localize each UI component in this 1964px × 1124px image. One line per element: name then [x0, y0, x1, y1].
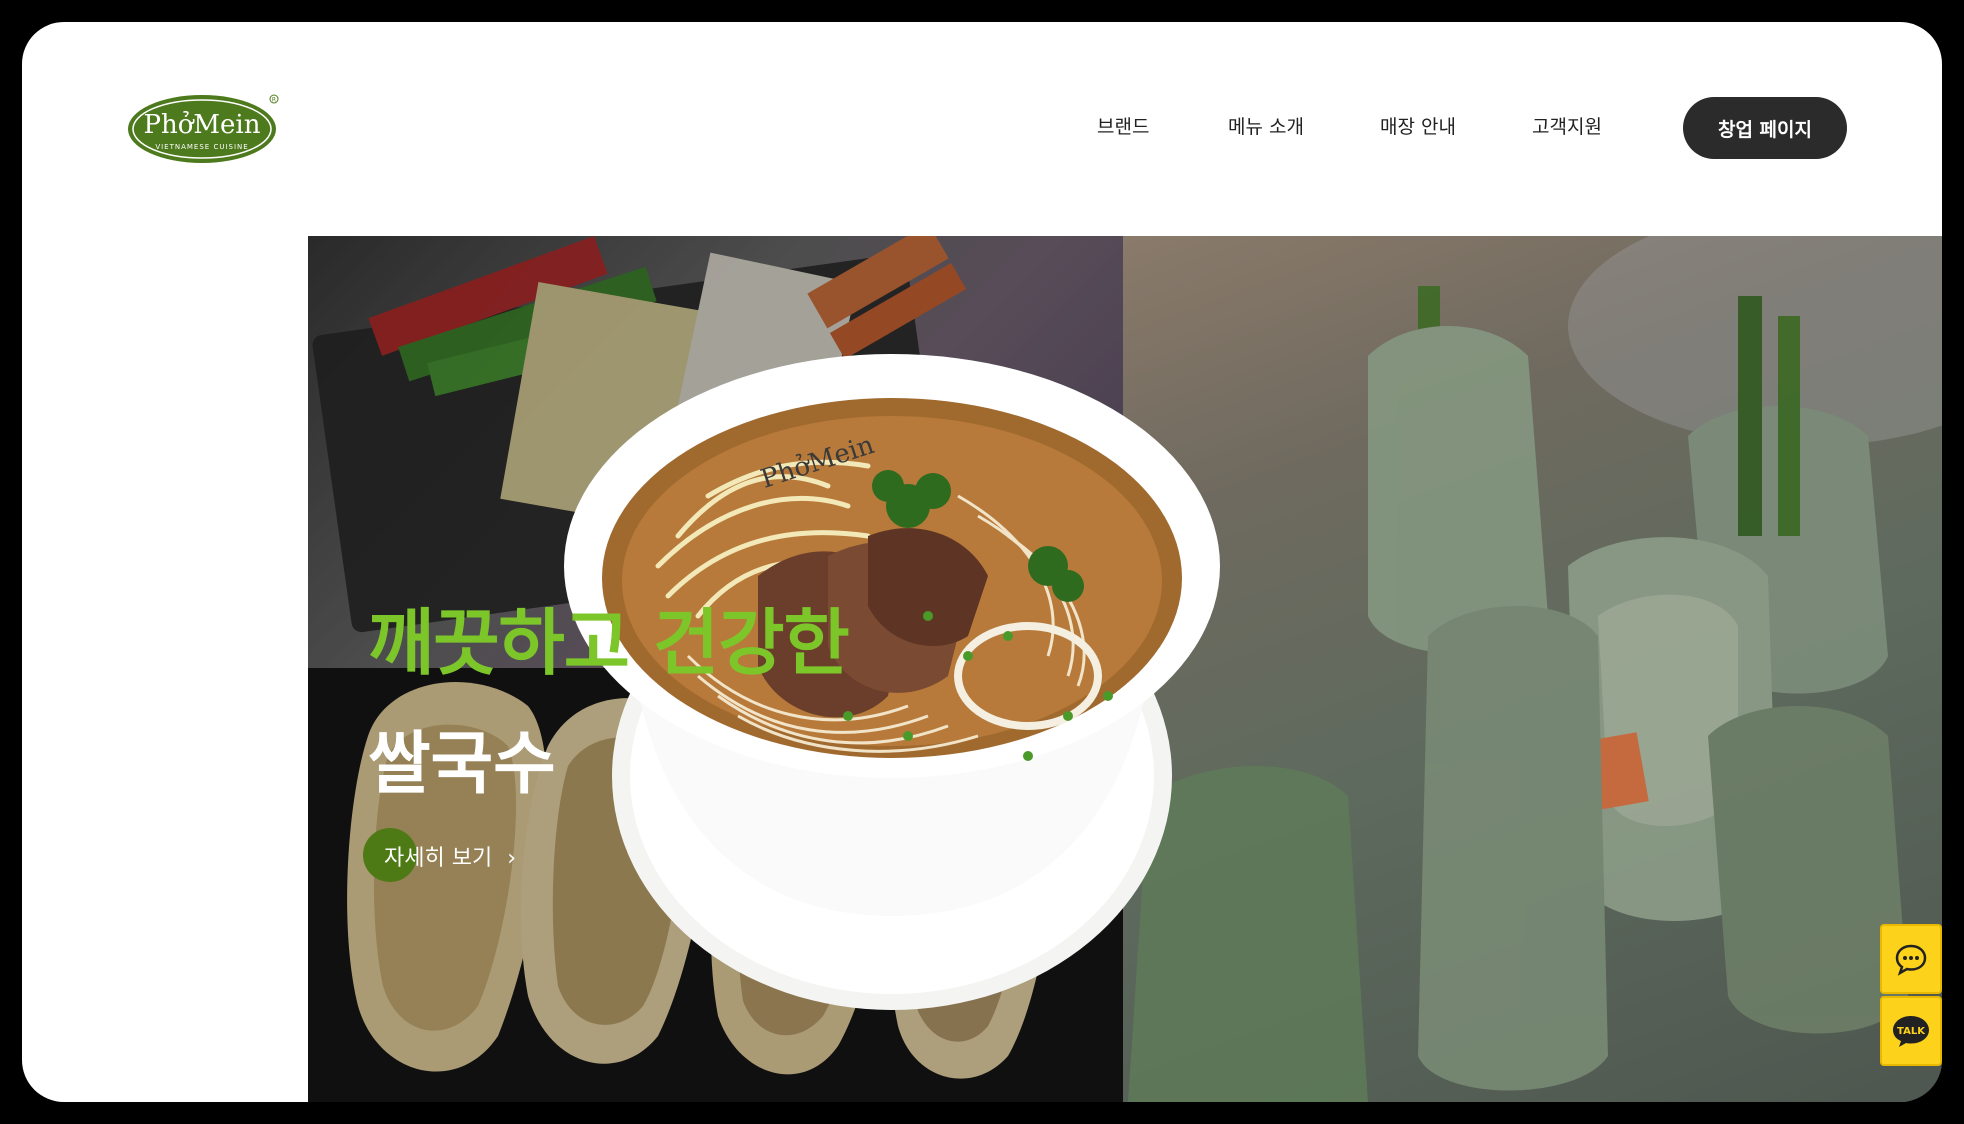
- more-details-link[interactable]: 자세히 보기 ›: [384, 840, 516, 872]
- svg-text:PhởMein: PhởMein: [144, 110, 261, 140]
- kakao-talk-button[interactable]: TALK: [1880, 996, 1942, 1066]
- more-details-label: 자세히 보기: [384, 846, 493, 871]
- device-frame: PhởMein VIETNAMESE CUISINE R 브랜드 메뉴 소개 매…: [0, 0, 1964, 1124]
- franchise-page-button[interactable]: 창업 페이지: [1683, 97, 1847, 159]
- svg-text:R: R: [272, 97, 276, 104]
- nav-item-stores[interactable]: 매장 안내: [1380, 112, 1456, 139]
- nav-item-support[interactable]: 고객지원: [1532, 112, 1602, 139]
- brand-logo[interactable]: PhởMein VIETNAMESE CUISINE R: [126, 92, 282, 166]
- nav-item-menu[interactable]: 메뉴 소개: [1228, 112, 1304, 139]
- talk-bubble-icon: TALK: [1893, 1016, 1929, 1047]
- chevron-right-icon: ›: [507, 846, 517, 871]
- nav-item-brand[interactable]: 브랜드: [1097, 112, 1149, 139]
- chat-button[interactable]: [1880, 924, 1942, 994]
- phomein-logo-icon: PhởMein VIETNAMESE CUISINE R: [128, 94, 279, 163]
- hero-subhead: 쌀국수: [368, 725, 556, 804]
- talk-label: TALK: [1897, 1026, 1926, 1037]
- svg-text:VIETNAMESE CUISINE: VIETNAMESE CUISINE: [155, 143, 248, 151]
- hero-banner: PhởMein 깨끗하고 건강한 쌀국수 자세히 보기 ›: [308, 236, 1942, 1102]
- hero-headline: 깨끗하고 건강한: [368, 601, 850, 685]
- browser-viewport: PhởMein VIETNAMESE CUISINE R 브랜드 메뉴 소개 매…: [22, 22, 1942, 1102]
- chat-bubble-icon: [1895, 944, 1927, 976]
